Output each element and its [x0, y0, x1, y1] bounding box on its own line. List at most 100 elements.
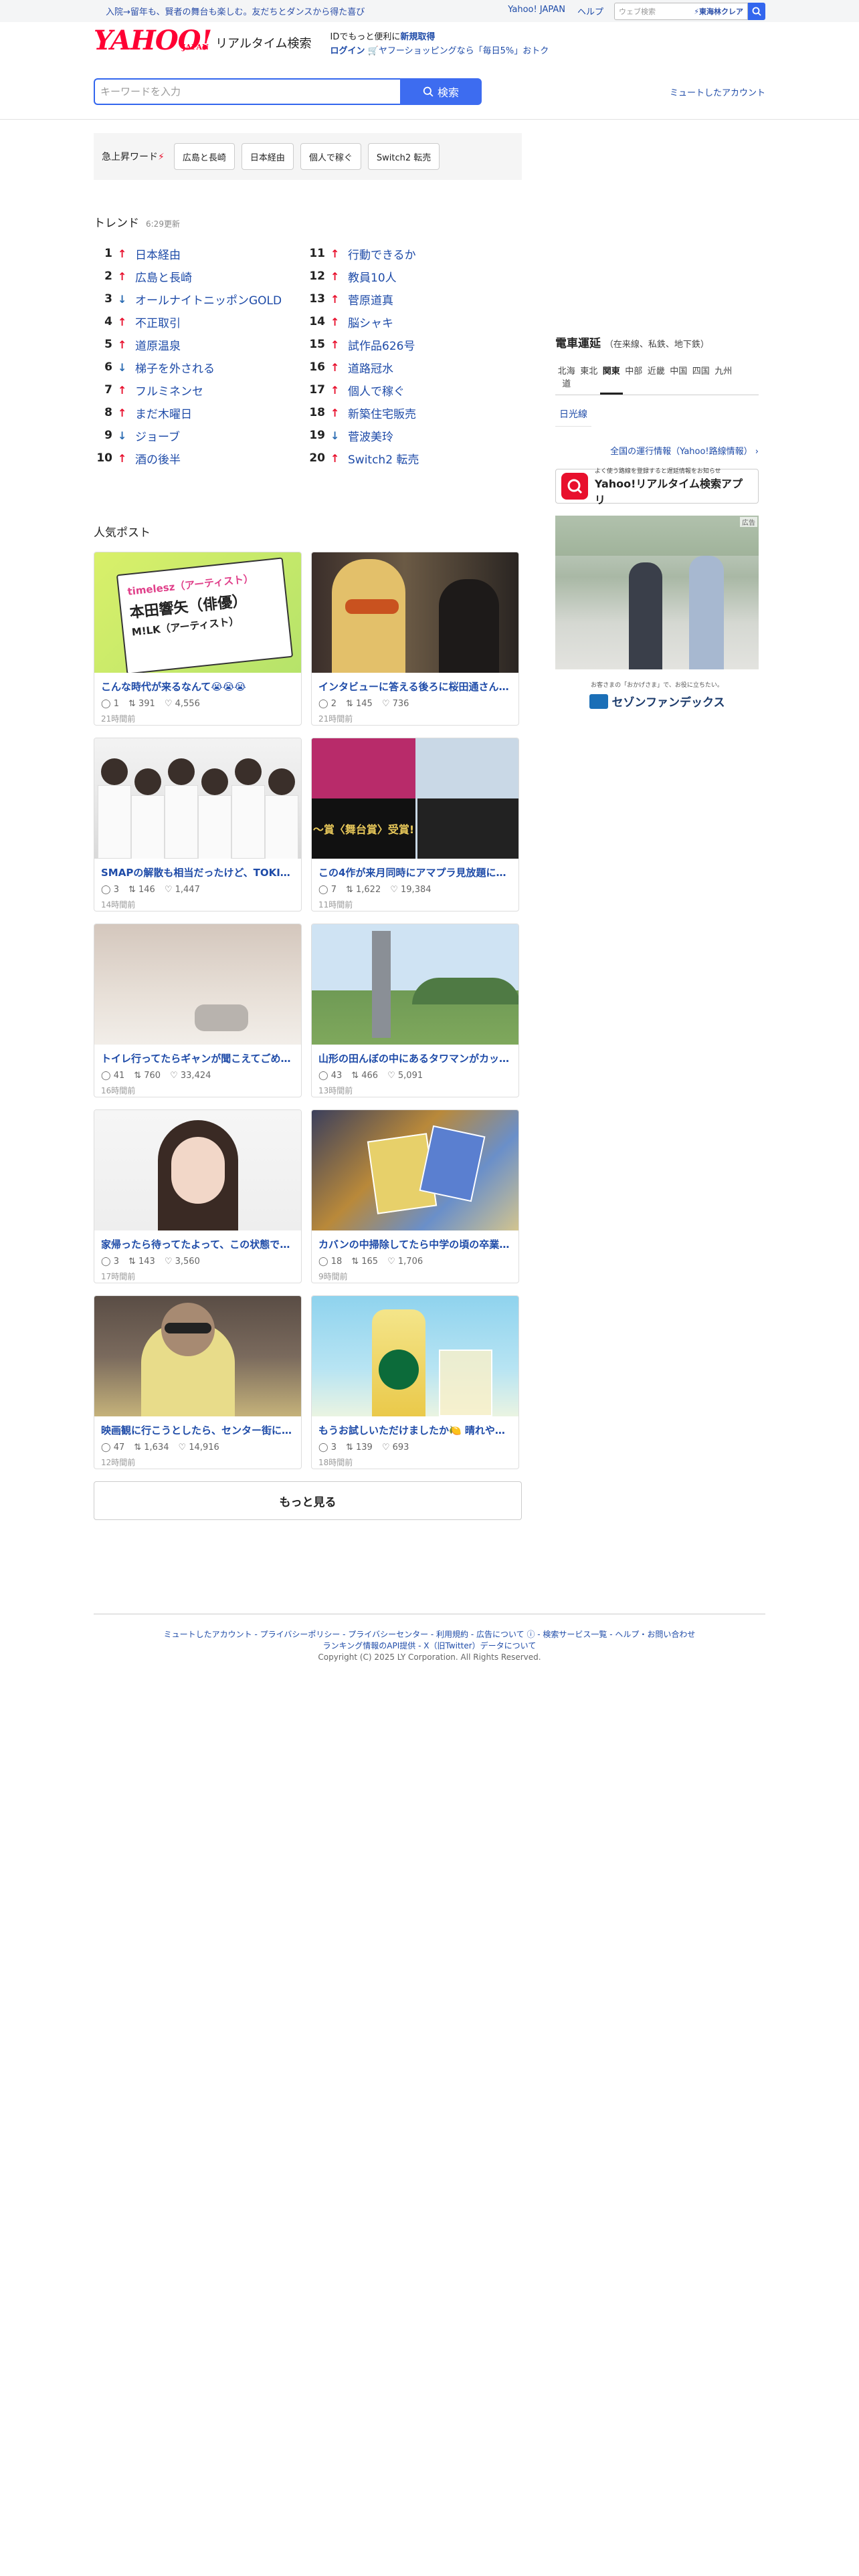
trend-item[interactable]: 10 ↑ 酒の後半	[94, 447, 306, 469]
trend-item[interactable]: 6 ↓ 梯子を外される	[94, 356, 306, 379]
nation-transit-link[interactable]: 全国の運行情報（Yahoo!路線情報）	[610, 447, 752, 457]
post-card[interactable]: SMAPの解散も相当だったけど、TOKIO… ◯ 3 ⇅ 146 ♡ 1,447 14時…	[94, 738, 302, 911]
search-button[interactable]: 検索	[400, 78, 482, 105]
region-tab[interactable]: 九州	[712, 358, 735, 395]
trend-item[interactable]: 5 ↑ 道原温泉	[94, 333, 306, 356]
login-link[interactable]: ログイン	[330, 46, 365, 56]
arrow-up-icon: ↑	[330, 406, 340, 419]
trend-item[interactable]: 14 ↑ 脳シャキ	[306, 310, 519, 333]
web-search-button[interactable]	[748, 2, 765, 20]
nation-transit: 全国の運行情報（Yahoo!路線情報） ›	[555, 444, 759, 457]
post-card[interactable]: timelesz（アーティスト） 本田響矢（俳優） M!LK（アーティスト） こんな時…	[94, 552, 302, 726]
trend-item[interactable]: 19 ↓ 菅波美玲	[306, 424, 519, 447]
repost-stat: ⇅ 143	[128, 1257, 155, 1267]
masthead-promo-link[interactable]: 入院→留年も、賢者の舞台も楽しむ。友だちとダンスから得た喜び	[94, 5, 508, 17]
region-tab[interactable]: 関東	[600, 358, 623, 395]
trend-title: トレンド	[94, 217, 139, 230]
arrow-up-icon: ↑	[330, 247, 340, 260]
post-card[interactable]: インタビューに答える後ろに桜田通さんと… ◯ 2 ⇅ 145 ♡ 736 21時間前	[311, 552, 519, 726]
post-stats: ◯ 7 ⇅ 1,622 ♡ 19,384	[312, 879, 518, 895]
post-image	[94, 1296, 301, 1416]
rising-chip[interactable]: Switch2 転売	[367, 143, 440, 170]
yahoo-realtime-logo[interactable]: YAHOO! JAPAN リアルタイム検索	[94, 27, 312, 54]
ad-banner[interactable]: 広告 お客さまの「おかげさま」で、お役に立ちたい。 セゾンファンデックス	[555, 516, 759, 716]
yahoo-japan-link[interactable]: Yahoo! JAPAN	[508, 5, 565, 17]
like-count: 3,560	[175, 1257, 200, 1267]
trend-item[interactable]: 8 ↑ まだ木曜日	[94, 401, 306, 424]
post-card[interactable]: 家帰ったら待ってたよって、この状態で出… ◯ 3 ⇅ 143 ♡ 3,560 17時間前	[94, 1109, 302, 1283]
trend-item[interactable]: 3 ↓ オールナイトニッポンGOLD	[94, 288, 306, 310]
trend-item[interactable]: 2 ↑ 広島と長崎	[94, 265, 306, 288]
reply-count: 3	[113, 885, 119, 895]
heart-icon: ♡	[164, 885, 175, 895]
header: YAHOO! JAPAN リアルタイム検索 IDでもっと便利に新規取得 ログイン …	[0, 22, 859, 69]
region-tab[interactable]: 東北	[578, 358, 601, 395]
trend-item[interactable]: 17 ↑ 個人で稼ぐ	[306, 379, 519, 401]
trend-item[interactable]: 20 ↑ Switch2 転売	[306, 447, 519, 469]
post-card[interactable]: 映画観に行こうとしたら、センター街にブ… ◯ 47 ⇅ 1,634 ♡ 14,916 1…	[94, 1295, 302, 1469]
trend-item[interactable]: 16 ↑ 道路冠水	[306, 356, 519, 379]
post-title: こんな時代が来るなんて😭😭😭	[101, 681, 246, 693]
like-count: 4,556	[175, 699, 200, 709]
trend-item[interactable]: 11 ↑ 行動できるか	[306, 242, 519, 265]
region-tab[interactable]: 中部	[623, 358, 646, 395]
post-image: 〜賞〈舞台賞〉受賞!	[312, 738, 518, 859]
trend-item[interactable]: 9 ↓ ジョーブ	[94, 424, 306, 447]
muted-accounts-link[interactable]: ミュートしたアカウント	[670, 86, 765, 98]
post-stats: ◯ 3 ⇅ 139 ♡ 693	[312, 1437, 518, 1453]
like-stat: ♡ 693	[382, 1442, 409, 1453]
repost-stat: ⇅ 145	[346, 699, 373, 709]
region-tab[interactable]: 北海道	[555, 358, 578, 395]
like-count: 1,706	[397, 1257, 423, 1267]
region-tabs: 北海道 東北 関東 中部 近畿 中国 四国 九州	[555, 358, 759, 395]
trend-item[interactable]: 13 ↑ 菅原道真	[306, 288, 519, 310]
rising-chip[interactable]: 広島と長崎	[173, 143, 235, 170]
trend-rank: 12	[309, 270, 325, 283]
footer-links[interactable]: ミュートしたアカウント - プライバシーポリシー - プライバシーセンター - …	[94, 1629, 765, 1640]
help-link[interactable]: ヘルプ	[577, 5, 603, 17]
search-icon	[752, 7, 761, 16]
region-tab[interactable]: 中国	[668, 358, 690, 395]
post-title: もうお試しいただけましたか🍋 晴れやかな…	[318, 1424, 518, 1436]
reply-icon: ◯	[101, 885, 114, 895]
post-card[interactable]: カバンの中掃除してたら中学の頃の卒業式… ◯ 18 ⇅ 165 ♡ 1,706 9時間前	[311, 1109, 519, 1283]
region-tab[interactable]: 四国	[690, 358, 712, 395]
like-stat: ♡ 33,424	[170, 1071, 211, 1081]
trend-item[interactable]: 18 ↑ 新築住宅販売	[306, 401, 519, 424]
heart-icon: ♡	[164, 699, 175, 709]
post-title: 映画観に行こうとしたら、センター街にブ…	[101, 1424, 301, 1436]
post-card[interactable]: もうお試しいただけましたか🍋 晴れやかな… ◯ 3 ⇅ 139 ♡ 693 18時間前	[311, 1295, 519, 1469]
keyword-search-input[interactable]	[94, 78, 400, 105]
trend-item[interactable]: 7 ↑ フルミネンセ	[94, 379, 306, 401]
arrow-up-icon: ↑	[118, 406, 127, 419]
web-search-filter[interactable]: ⚡東海林クレア	[694, 6, 743, 17]
repost-count: 165	[361, 1257, 379, 1267]
trend-rank: 20	[309, 451, 325, 465]
post-card[interactable]: 〜賞〈舞台賞〉受賞! この4作が来月同時にアマプラ見放題に来る… ◯ 7 ⇅ 1,62…	[311, 738, 519, 911]
trend-rank: 14	[309, 315, 325, 328]
rising-chip[interactable]: 個人で稼ぐ	[300, 143, 361, 170]
post-card[interactable]: 山形の田んぼの中にあるタワマンがカッコ… ◯ 43 ⇅ 466 ♡ 5,091 13時間…	[311, 924, 519, 1097]
shopping-promo-link[interactable]: ヤフーショッピングなら「毎日5%」おトク	[379, 46, 549, 56]
signup-link[interactable]: 新規取得	[400, 32, 435, 42]
show-more-button[interactable]: もっと見る	[94, 1481, 522, 1520]
web-search-input[interactable]: ウェブ検索 ⚡東海林クレア	[614, 2, 748, 20]
reply-stat: ◯ 3	[318, 1442, 337, 1453]
delayed-line-link[interactable]: 日光線	[555, 402, 591, 427]
rising-words: 急上昇ワード⚡ 広島と長崎 日本経由 個人で稼ぐ Switch2 転売	[94, 133, 522, 180]
rising-chip[interactable]: 日本経由	[241, 143, 294, 170]
like-stat: ♡ 3,560	[165, 1257, 200, 1267]
trend-item[interactable]: 12 ↑ 教員10人	[306, 265, 519, 288]
repost-count: 1,622	[356, 885, 381, 895]
trend-item[interactable]: 4 ↑ 不正取引	[94, 310, 306, 333]
post-card[interactable]: トイレ行ってたらギャンが聞こえてごめん… ◯ 41 ⇅ 760 ♡ 33,424 16時…	[94, 924, 302, 1097]
footer-api-links[interactable]: ランキング情報のAPI提供 - X（旧Twitter）データについて	[94, 1640, 765, 1652]
arrow-up-icon: ↑	[118, 338, 127, 351]
trend-item[interactable]: 15 ↑ 試作品626号	[306, 333, 519, 356]
app-banner[interactable]: よく使う路線を登録すると遅延情報をお知らせ Yahoo!リアルタイム検索アプリ	[555, 468, 759, 506]
trend-rank: 18	[309, 406, 325, 419]
login-area: IDでもっと便利に新規取得 ログイン 🛒ヤフーショッピングなら「毎日5%」おトク	[330, 30, 549, 58]
trend-item[interactable]: 1 ↑ 日本経由	[94, 242, 306, 265]
region-tab[interactable]: 近畿	[645, 358, 668, 395]
repost-count: 1,634	[144, 1442, 169, 1453]
